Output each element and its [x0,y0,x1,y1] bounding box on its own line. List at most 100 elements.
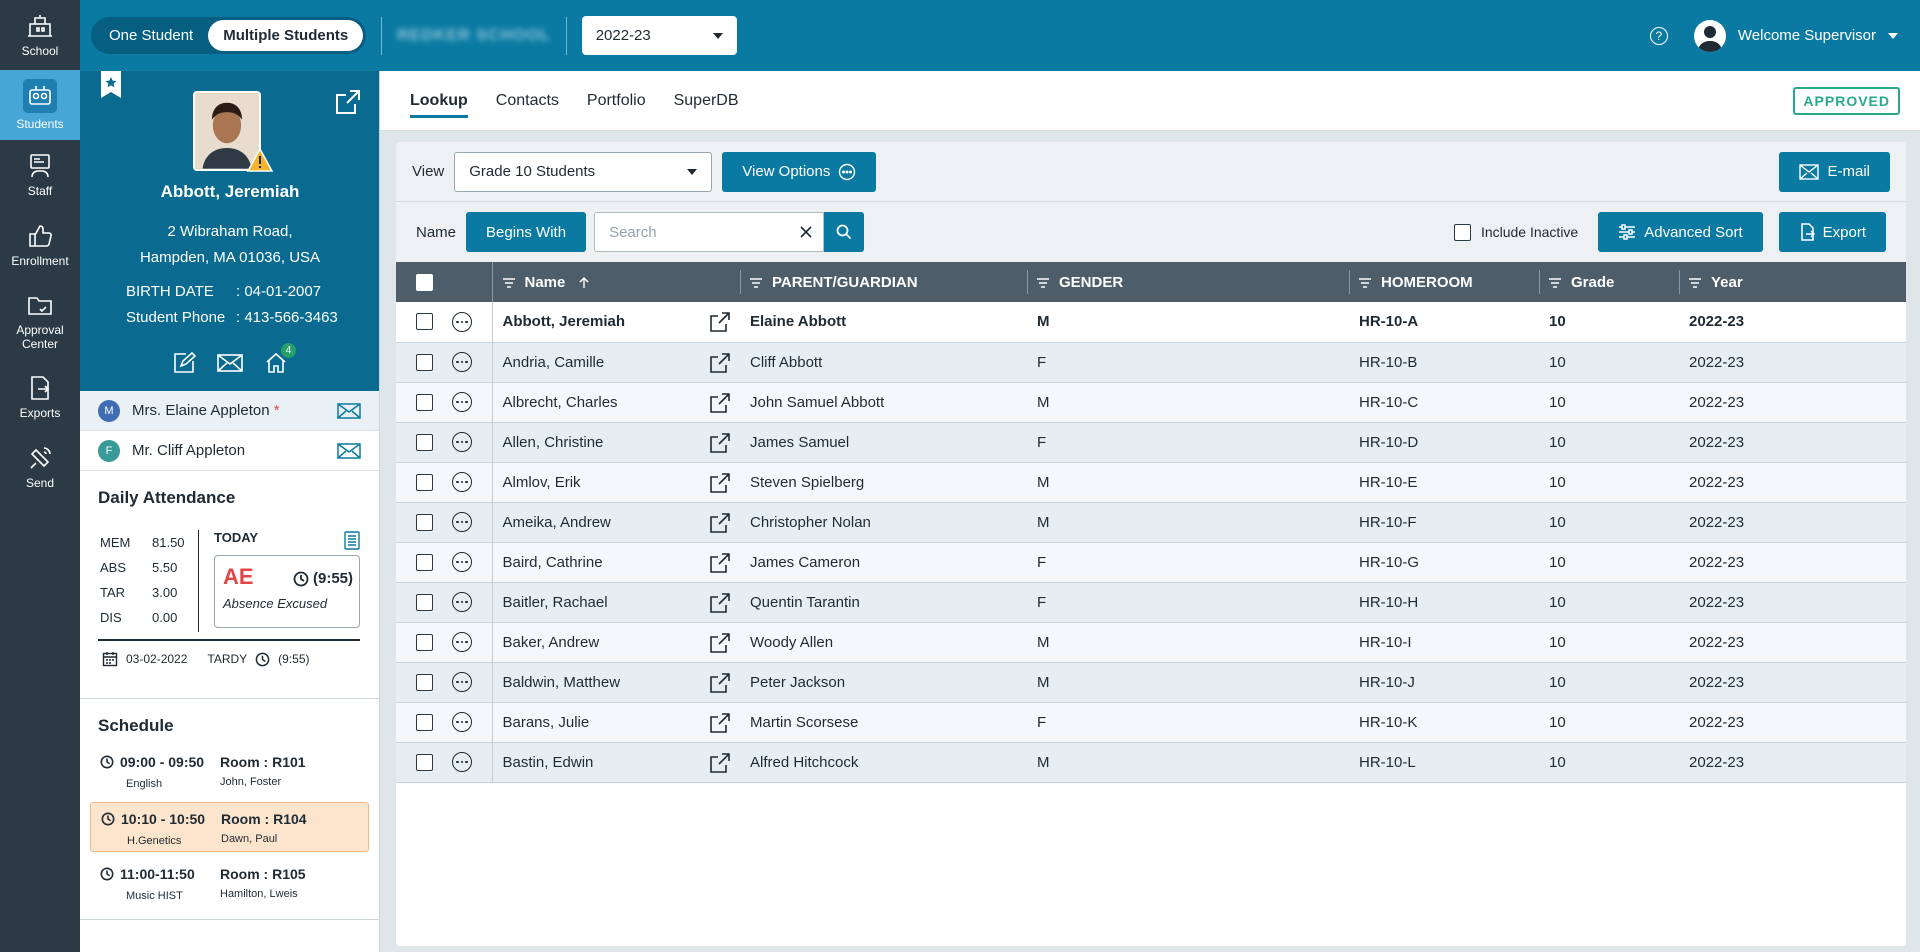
row-checkbox[interactable] [416,473,433,491]
more-options-icon[interactable] [452,352,472,372]
nav-send[interactable]: Send [0,432,80,502]
filter-icon[interactable] [1359,277,1371,288]
open-external-icon[interactable] [710,632,730,653]
table-row[interactable]: Baird, Cathrine James Cameron F HR-10-G … [396,542,1906,582]
row-checkbox[interactable] [416,313,433,331]
search-button[interactable] [824,212,865,252]
more-options-icon[interactable] [452,432,472,452]
nav-school[interactable]: School [0,0,80,70]
gender-header[interactable]: GENDER [1027,262,1349,302]
student-name-cell[interactable]: Ameika, Andrew [503,514,611,531]
open-external-icon[interactable] [710,672,730,693]
guardian-row[interactable]: M Mrs. Elaine Appleton * [80,391,379,431]
more-options-icon[interactable] [452,672,472,692]
table-row[interactable]: Ameika, Andrew Christopher Nolan M HR-10… [396,502,1906,542]
welcome-text[interactable]: Welcome Supervisor [1738,27,1876,44]
table-row[interactable]: Andria, Camille Cliff Abbott F HR-10-B 1… [396,342,1906,382]
nav-exports[interactable]: Exports [0,362,80,432]
open-external-icon[interactable] [710,352,730,373]
parent-header[interactable]: PARENT/GUARDIAN [740,262,1027,302]
student-name-cell[interactable]: Albrecht, Charles [503,394,618,411]
student-name-cell[interactable]: Andria, Camille [503,354,605,371]
export-button[interactable]: Export [1778,212,1886,252]
mail-icon[interactable] [337,442,361,460]
schedule-item[interactable]: 09:00 - 09:50 Room : R101 English John, … [90,746,369,796]
more-options-icon[interactable] [452,552,472,572]
row-checkbox[interactable] [416,433,433,451]
mail-icon[interactable] [337,402,361,420]
table-row[interactable]: Baker, Andrew Woody Allen M HR-10-I 10 2… [396,622,1906,662]
row-checkbox[interactable] [416,713,433,731]
mail-icon[interactable] [216,351,244,375]
filter-icon[interactable] [502,277,515,288]
year-select[interactable]: 2022-23 [581,16,737,55]
table-row[interactable]: Allen, Christine James Samuel F HR-10-D … [396,422,1906,462]
search-input[interactable]: Search [594,212,825,252]
tab-superdb[interactable]: SuperDB [674,84,739,118]
close-icon[interactable] [799,225,813,239]
begins-with-button[interactable]: Begins With [466,212,587,252]
row-checkbox[interactable] [416,393,433,411]
advanced-sort-button[interactable]: Advanced Sort [1598,212,1763,252]
more-options-icon[interactable] [452,512,472,532]
guardian-row[interactable]: F Mr. Cliff Appleton [80,431,379,471]
attendance-status-box[interactable]: AE (9:55) Absence Excused [214,555,360,628]
student-name-cell[interactable]: Abbott, Jeremiah [503,313,626,330]
view-select[interactable]: Grade 10 Students [454,151,713,192]
open-external-icon[interactable] [710,752,730,773]
row-checkbox[interactable] [416,513,433,531]
table-row[interactable]: Almlov, Erik Steven Spielberg M HR-10-E … [396,462,1906,502]
nav-approval-center[interactable]: Approval Center [0,280,80,362]
nav-staff[interactable]: Staff [0,140,80,210]
filter-icon[interactable] [750,277,762,288]
include-inactive[interactable]: Include Inactive [1453,223,1578,241]
student-name-cell[interactable]: Baldwin, Matthew [503,674,621,691]
row-checkbox[interactable] [416,353,433,371]
filter-icon[interactable] [1549,277,1561,288]
open-external-icon[interactable] [710,472,730,493]
student-name-cell[interactable]: Baitler, Rachael [503,594,608,611]
more-options-icon[interactable] [452,392,472,412]
student-name-cell[interactable]: Allen, Christine [503,434,604,451]
student-name-cell[interactable]: Barans, Julie [503,714,590,731]
schedule-item-current[interactable]: 10:10 - 10:50 Room : R104 H.Genetics Daw… [90,802,369,852]
warning-icon[interactable] [247,148,273,172]
clipboard-icon[interactable] [343,530,361,550]
select-all-checkbox[interactable] [416,273,433,291]
row-checkbox[interactable] [416,633,433,651]
table-row[interactable]: Baitler, Rachael Quentin Tarantin F HR-1… [396,582,1906,622]
chevron-down-icon[interactable] [1888,32,1898,39]
tab-contacts[interactable]: Contacts [496,84,559,118]
name-header[interactable]: Name [492,262,740,302]
table-row[interactable]: Bastin, Edwin Alfred Hitchcock M HR-10-L… [396,742,1906,782]
open-external-icon[interactable] [710,592,730,613]
student-name-cell[interactable]: Baker, Andrew [503,634,600,651]
more-options-icon[interactable] [452,712,472,732]
help-icon[interactable]: ? [1649,26,1668,45]
home-button[interactable]: 4 [264,343,296,380]
open-external-icon[interactable] [335,89,361,115]
row-checkbox[interactable] [416,593,433,611]
open-external-icon[interactable] [710,552,730,573]
student-name-cell[interactable]: Baird, Cathrine [503,554,603,571]
more-options-icon[interactable] [452,472,472,492]
open-external-icon[interactable] [710,432,730,453]
edit-icon[interactable] [172,351,196,375]
tab-lookup[interactable]: Lookup [410,84,468,118]
schedule-item[interactable]: 11:00-11:50 Room : R105 Music HIST Hamil… [90,858,369,908]
grade-header[interactable]: Grade [1539,262,1679,302]
open-external-icon[interactable] [710,392,730,413]
more-options-icon[interactable] [452,752,472,772]
multiple-students-button[interactable]: Multiple Students [208,20,364,51]
open-external-icon[interactable] [710,312,730,332]
row-checkbox[interactable] [416,753,433,771]
tab-portfolio[interactable]: Portfolio [587,84,646,118]
table-row[interactable]: Barans, Julie Martin Scorsese F HR-10-K … [396,702,1906,742]
table-row[interactable]: Baldwin, Matthew Peter Jackson M HR-10-J… [396,662,1906,702]
homeroom-header[interactable]: HOMEROOM [1349,262,1539,302]
email-button[interactable]: E-mail [1779,151,1890,192]
more-options-icon[interactable] [452,632,472,652]
row-checkbox[interactable] [416,553,433,571]
row-checkbox[interactable] [416,673,433,691]
more-options-icon[interactable] [452,592,472,612]
